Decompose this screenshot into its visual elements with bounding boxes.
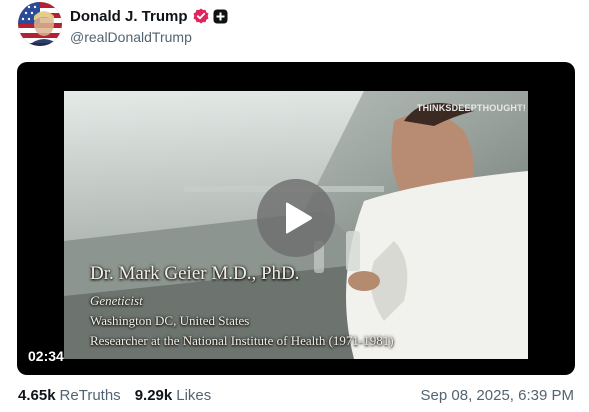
- plus-badge-icon: [213, 9, 228, 24]
- play-button[interactable]: [257, 179, 335, 257]
- caption-role: Geneticist: [90, 293, 143, 308]
- author-display-name[interactable]: Donald J. Trump: [70, 8, 188, 25]
- truth-post: Donald J. Trump @realDonaldTrump THINKSD…: [0, 0, 589, 412]
- video-player[interactable]: THINKSDEEPTHOUGHT! Dr. Mark Geier M.D., …: [17, 62, 575, 375]
- verified-check-badge-icon: [193, 8, 209, 24]
- likes-label: Likes: [176, 387, 212, 404]
- caption-name: Dr. Mark Geier M.D., PhD.: [90, 263, 300, 284]
- retruths-label: ReTruths: [59, 387, 121, 404]
- retruths-count: 4.65k: [18, 387, 56, 404]
- video-watermark: THINKSDEEPTHOUGHT!: [416, 103, 526, 113]
- retruths-stat[interactable]: 4.65k ReTruths: [18, 387, 121, 404]
- likes-stat[interactable]: 9.29k Likes: [135, 387, 212, 404]
- post-header: Donald J. Trump @realDonaldTrump: [18, 2, 578, 48]
- author-name-row: Donald J. Trump: [70, 6, 228, 26]
- caption-location: Washington DC, United States: [90, 313, 250, 328]
- author-avatar[interactable]: [18, 2, 62, 46]
- play-icon: [286, 202, 312, 234]
- likes-count: 9.29k: [134, 387, 173, 404]
- author-handle[interactable]: @realDonaldTrump: [70, 29, 192, 45]
- post-stats: 4.65k ReTruths 9.29k Likes: [18, 387, 225, 404]
- video-duration: 02:34: [28, 348, 64, 364]
- post-timestamp[interactable]: Sep 08, 2025, 6:39 PM: [421, 387, 574, 404]
- caption-research: Researcher at the National Institute of …: [90, 333, 394, 348]
